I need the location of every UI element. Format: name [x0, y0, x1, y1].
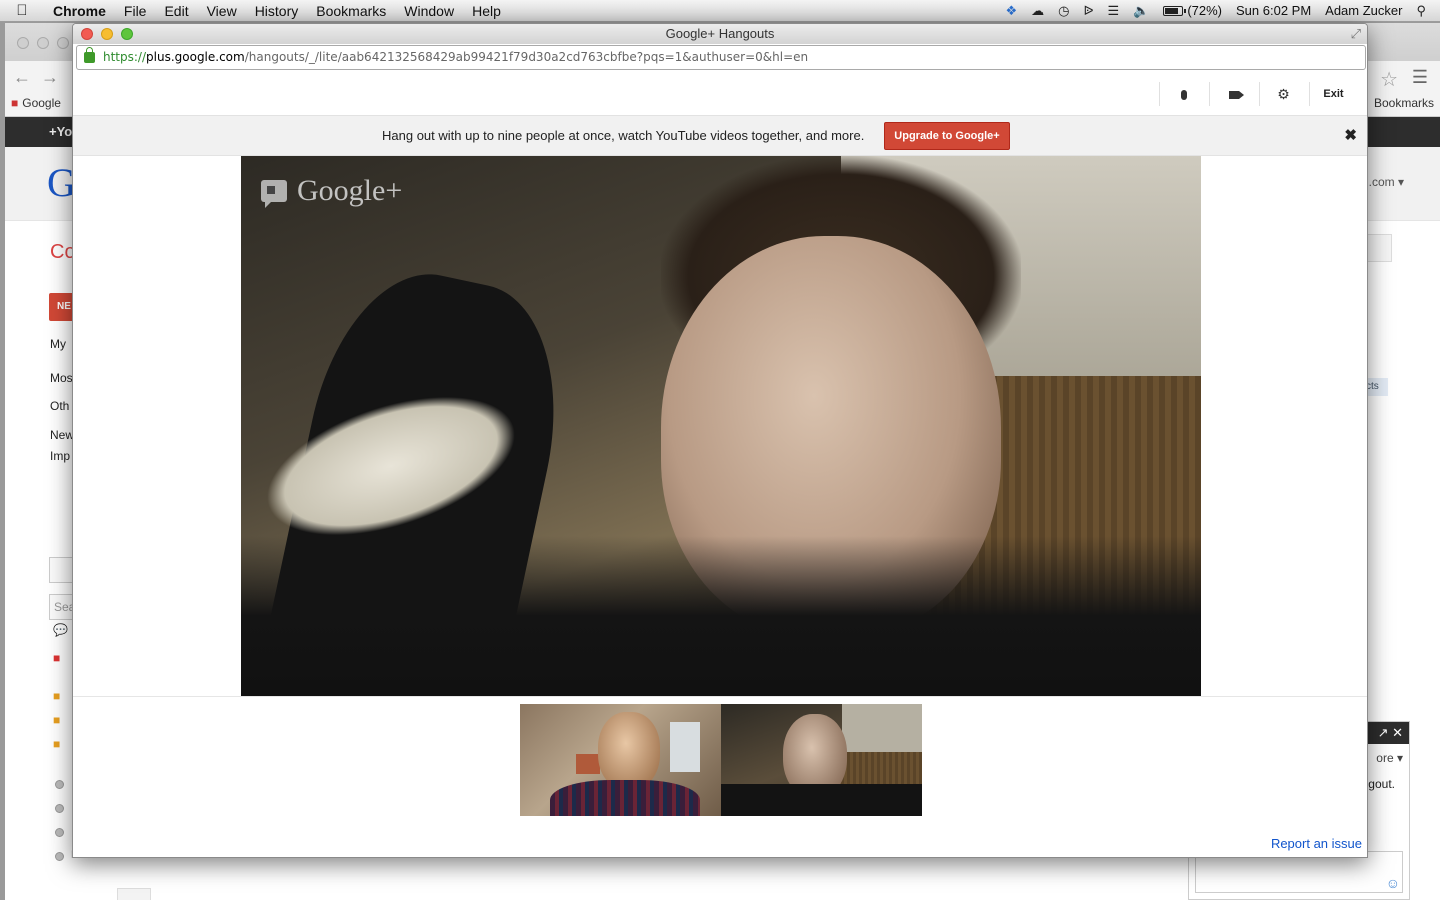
status-dot-icon [55, 804, 64, 813]
url-host: plus.google.com [146, 50, 245, 64]
menu-bar:  Chrome File Edit View History Bookmark… [0, 0, 1440, 22]
promo-text: Hang out with up to nine people at once,… [382, 128, 865, 143]
thumb-shirt [550, 780, 700, 816]
emoticon-icon[interactable]: ☺ [1386, 875, 1400, 891]
battery-status[interactable]: (72%) [1156, 0, 1229, 22]
other-bookmarks[interactable]: Bookmarks [1374, 96, 1434, 110]
time-machine-icon[interactable]: ◷ [1051, 0, 1076, 22]
wifi-icon[interactable]: ☰ [1100, 0, 1126, 22]
toggle-camera-button[interactable] [1209, 82, 1257, 106]
clock[interactable]: Sun 6:02 PM [1229, 0, 1318, 22]
filmstrip-divider [73, 696, 1367, 697]
bookmark-star-icon[interactable]: ☆ [1380, 67, 1398, 92]
bg-minimize-button[interactable] [37, 37, 49, 49]
self-view-thumbnail[interactable] [721, 704, 922, 816]
watermark-text: Google+ [297, 174, 403, 207]
thumb-wall [842, 704, 922, 754]
report-issue-link[interactable]: Report an issue [1271, 836, 1362, 851]
hangouts-logo-icon [261, 180, 287, 208]
forward-arrow-icon[interactable]: → [41, 67, 59, 88]
chrome-menu-icon[interactable]: ☰ [1412, 67, 1428, 88]
chat-more-menu[interactable]: ore ▾ [1376, 751, 1403, 765]
thumb-shirt [721, 784, 922, 816]
bg-contacts-chip[interactable]: cts [1366, 378, 1388, 396]
address-bar[interactable]: https://plus.google.com/hangouts/_/lite/… [76, 45, 1366, 70]
camera-icon [1228, 91, 1244, 99]
user-name[interactable]: Adam Zucker [1318, 0, 1409, 22]
mute-mic-button[interactable] [1159, 82, 1207, 106]
popout-icon[interactable]: ↗ [1378, 725, 1389, 740]
sidebar-item-most[interactable]: Mos [50, 371, 73, 385]
menu-edit[interactable]: Edit [155, 0, 197, 22]
thumb-window [670, 722, 700, 772]
chat-toggle-button[interactable]: ▮ [117, 888, 151, 900]
main-video-feed[interactable]: Google+ [241, 156, 1201, 696]
microphone-icon [1180, 90, 1187, 100]
bg-close-button[interactable] [17, 37, 29, 49]
url-path: /hangouts/_/lite/aab642132568429ab99421f… [244, 50, 809, 64]
hangouts-popup-window: Google+ Hangouts ⤢ https://plus.google.c… [72, 23, 1368, 858]
close-window-button[interactable] [81, 28, 93, 40]
thumb-face [598, 712, 660, 790]
sidebar-item-import[interactable]: Imp [50, 449, 70, 463]
status-dot-icon [55, 780, 64, 789]
menu-bookmarks[interactable]: Bookmarks [307, 0, 395, 22]
dropbox-icon[interactable]: ❖ [998, 0, 1024, 22]
hangout-icon[interactable]: ■ [53, 737, 60, 751]
status-dot-icon [55, 852, 64, 861]
minimize-window-button[interactable] [101, 28, 113, 40]
window-title-text: Google+ Hangouts [665, 26, 775, 41]
sidebar-item-my[interactable]: My [50, 337, 66, 351]
bg-dropdown-button[interactable] [1366, 234, 1392, 262]
apple-menu-icon[interactable]:  [0, 2, 44, 19]
google-favicon-icon: ■ [11, 96, 19, 110]
participant-thumbnail[interactable] [520, 704, 721, 816]
menu-window[interactable]: Window [395, 0, 463, 22]
menu-file[interactable]: File [115, 0, 156, 22]
menu-history[interactable]: History [246, 0, 308, 22]
window-title: Google+ Hangouts [73, 24, 1367, 44]
sidebar-item-other[interactable]: Oth [50, 399, 69, 413]
thumb-wall-picture [576, 754, 600, 774]
account-menu[interactable]: .com ▾ [1369, 175, 1404, 189]
status-dot-icon [55, 828, 64, 837]
bookmark-google[interactable]: ■ Google [11, 96, 61, 110]
bluetooth-icon[interactable]: ᐉ [1076, 0, 1100, 22]
back-arrow-icon[interactable]: ← [13, 67, 31, 88]
video-icon[interactable]: ■ [53, 651, 60, 665]
url-scheme: https:// [103, 50, 147, 64]
sidebar-item-new[interactable]: New [50, 428, 74, 442]
chat-message: gout. [1368, 777, 1395, 791]
gear-icon: ⚙ [1277, 86, 1290, 102]
battery-icon [1163, 5, 1187, 16]
google-plus-watermark: Google+ [261, 174, 402, 208]
menu-help[interactable]: Help [463, 0, 510, 22]
zoom-window-button[interactable] [121, 28, 133, 40]
battery-percent: (72%) [1187, 2, 1222, 18]
lock-icon [84, 47, 95, 63]
bg-zoom-button[interactable] [57, 37, 69, 49]
video-shirt [241, 536, 1201, 696]
menu-view[interactable]: View [198, 0, 246, 22]
close-icon[interactable]: ✖ [1344, 126, 1357, 144]
spotlight-search-icon[interactable]: ⚲ [1409, 0, 1440, 22]
close-icon[interactable]: ✕ [1392, 725, 1403, 740]
settings-button[interactable]: ⚙ [1259, 82, 1307, 106]
chat-bubble-icon[interactable]: 💬 [53, 623, 68, 637]
hangout-toolbar: ⚙ Exit [73, 72, 1367, 116]
cloud-icon[interactable]: ☁ [1024, 0, 1051, 22]
volume-icon[interactable]: 🔈 [1126, 0, 1156, 22]
promo-banner: Hang out with up to nine people at once,… [73, 116, 1367, 156]
menu-app-name[interactable]: Chrome [44, 0, 115, 22]
exit-button[interactable]: Exit [1309, 82, 1357, 106]
hangout-icon[interactable]: ■ [53, 713, 60, 727]
fullscreen-icon[interactable]: ⤢ [1351, 26, 1361, 42]
upgrade-button[interactable]: Upgrade to Google+ [884, 122, 1010, 150]
hangout-icon[interactable]: ■ [53, 689, 60, 703]
